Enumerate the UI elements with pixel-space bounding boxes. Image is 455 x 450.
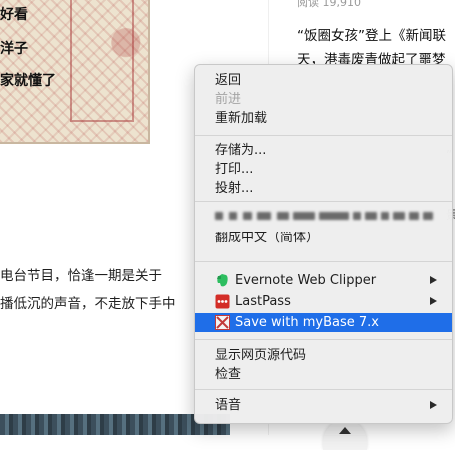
menu-separator: [195, 389, 452, 390]
menu-item-print[interactable]: 打印...: [195, 160, 452, 179]
menu-separator: [195, 135, 452, 136]
image-frame: [70, 0, 134, 122]
menu-item-label: 检查: [215, 367, 242, 382]
image-text-line: 家就懂了: [0, 73, 56, 89]
sidebar-article-link[interactable]: “饭圈女孩”登上《新闻联: [297, 24, 446, 44]
article-body-line: 播低沉的声音，不走放下手中: [0, 296, 176, 312]
chevron-up-icon: [339, 427, 351, 434]
menu-item-back[interactable]: 返回: [195, 71, 452, 90]
menu-item-label: 打印...: [215, 162, 254, 177]
read-count: 阅读 19,910: [297, 0, 361, 9]
menu-item-label: 重新加载: [215, 111, 268, 126]
menu-separator: [195, 261, 452, 262]
menu-item-label: 返回: [215, 73, 242, 88]
menu-item-translate[interactable]: 翻成中文（简体）: [195, 232, 452, 246]
menu-item-label: Save with myBase 7.x: [235, 315, 379, 330]
article-image: 好看 洋子 家就懂了: [0, 0, 150, 144]
menu-item-label: Evernote Web Clipper: [235, 273, 377, 288]
image-text-line: 洋子: [0, 41, 28, 57]
menu-item-cast[interactable]: 投射...: [195, 179, 452, 198]
menu-item-label: LastPass: [235, 294, 291, 309]
menu-item-blurred[interactable]: [195, 204, 452, 228]
menu-item-label: 显示网页源代码: [215, 348, 307, 363]
mybase-icon: [215, 315, 230, 330]
menu-separator: [195, 201, 452, 202]
submenu-arrow-icon: [430, 401, 437, 409]
image-text-line: 好看: [0, 7, 28, 23]
menu-item-label: 翻成中文（简体）: [215, 232, 320, 245]
submenu-arrow-icon: [430, 276, 437, 284]
menu-item-speech[interactable]: 语音: [195, 396, 452, 415]
menu-item-lastpass[interactable]: LastPass: [195, 292, 452, 311]
menu-item-save-as[interactable]: 存储为...: [195, 141, 452, 160]
menu-item-label: 语音: [215, 398, 242, 413]
menu-item-reload[interactable]: 重新加载: [195, 109, 452, 128]
menu-item-label: 前进: [215, 92, 242, 107]
menu-item-save-with-mybase[interactable]: Save with myBase 7.x: [195, 313, 452, 332]
menu-item-view-source[interactable]: 显示网页源代码: [195, 346, 452, 365]
evernote-icon: [215, 273, 230, 288]
lastpass-icon: [215, 294, 230, 309]
menu-item-evernote[interactable]: Evernote Web Clipper: [195, 271, 452, 290]
menu-separator: [195, 339, 452, 340]
submenu-arrow-icon: [430, 297, 437, 305]
context-menu: 返回 前进 重新加载 存储为... 打印... 投射... 翻成中文（简体） E…: [194, 64, 453, 424]
article-body-line: 电台节目，恰逢一期是关于: [0, 268, 162, 284]
menu-item-forward: 前进: [195, 90, 452, 109]
menu-item-label: 存储为...: [215, 143, 267, 158]
menu-item-label: 投射...: [215, 181, 254, 196]
menu-item-inspect[interactable]: 检查: [195, 365, 452, 384]
